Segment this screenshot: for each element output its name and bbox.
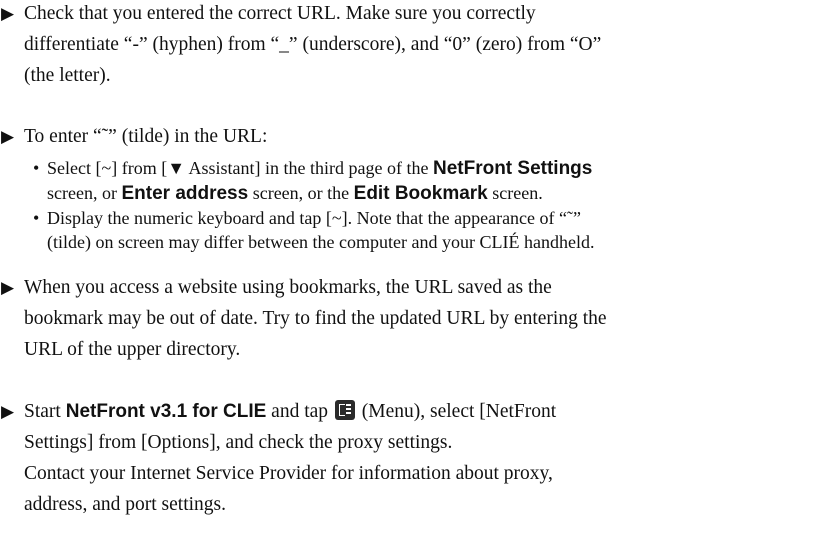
bullet-text: Check that you entered the correct URL. … [24,3,602,86]
sub-bullet-numeric-keyboard: • Display the numeric keyboard and tap [… [33,208,595,252]
dot-bullet-icon: • [33,158,40,178]
triangle-bullet-icon: ▶ [1,402,15,421]
bullet-text: When you access a website using bookmark… [24,277,607,360]
bullet-text: Start NetFront v3.1 for CLIE and tap (Me… [24,400,557,515]
bullet-item-enter-tilde: ▶ To enter “˜” (tilde) in the URL: [0,121,830,152]
menu-icon [334,400,355,420]
bullet-item-bookmarks: ▶ When you access a website using bookma… [0,272,830,365]
dot-bullet-icon: • [33,208,40,228]
triangle-bullet-icon: ▶ [1,278,15,297]
sub-bullet-select-tilde: • Select [~] from [▼ Assistant] in the t… [33,158,593,204]
bullet-item-proxy-settings: ▶ Start NetFront v3.1 for CLIE and tap (… [0,396,830,520]
triangle-bullet-icon: ▶ [1,4,15,23]
bullet-item-check-url: ▶ Check that you entered the correct URL… [0,0,830,91]
triangle-bullet-icon: ▶ [1,127,15,146]
